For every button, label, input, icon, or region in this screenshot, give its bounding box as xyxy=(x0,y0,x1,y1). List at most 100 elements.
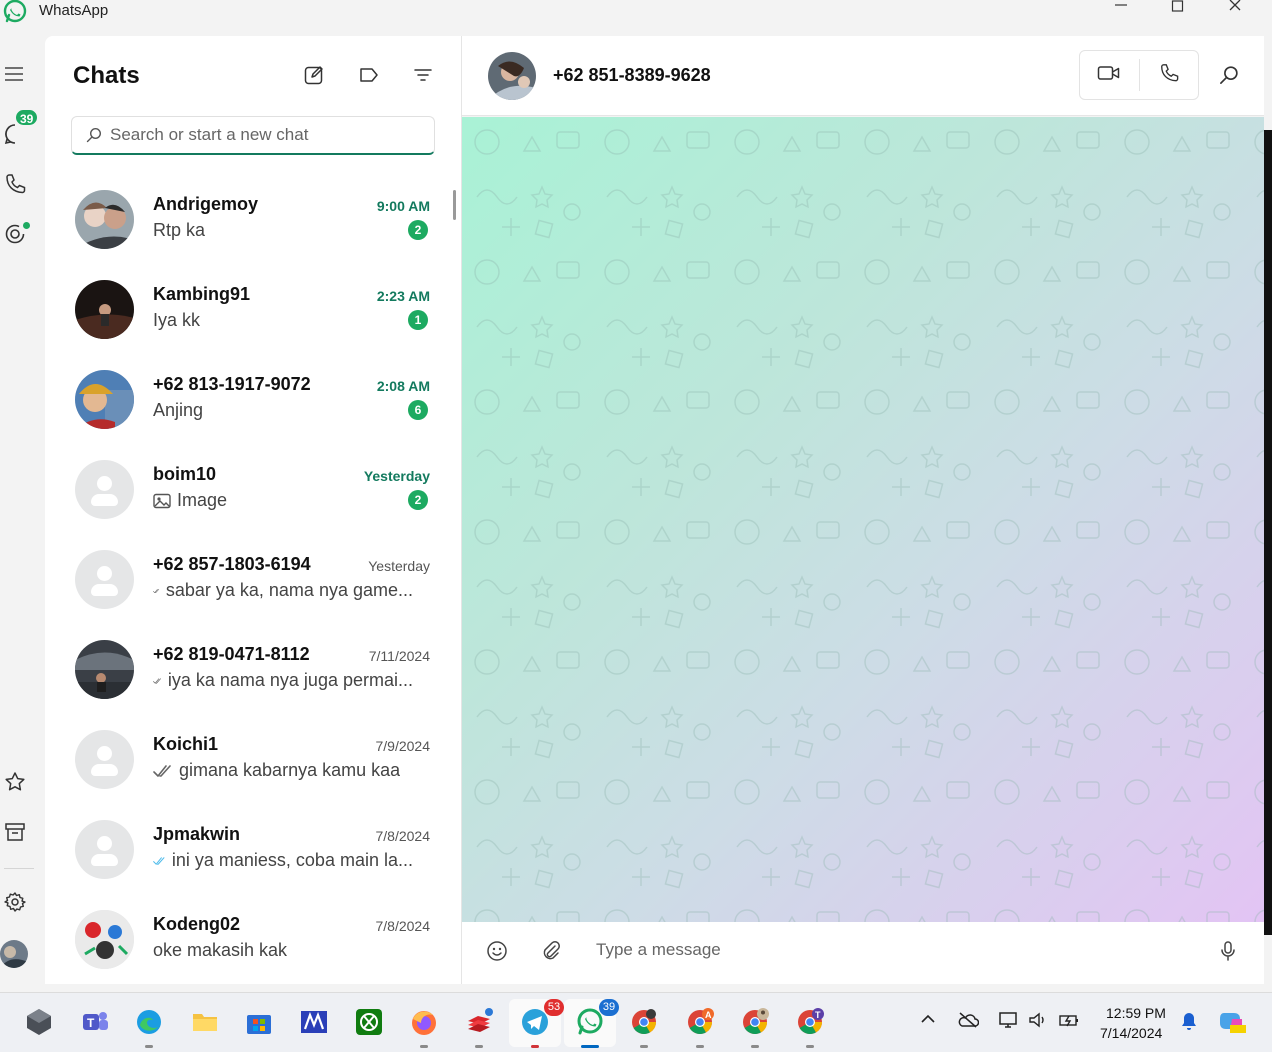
calls-nav-button[interactable] xyxy=(0,168,45,204)
rail-divider xyxy=(4,868,34,869)
archived-nav-button[interactable] xyxy=(0,816,45,852)
taskbar-chrome-1[interactable] xyxy=(627,1005,661,1039)
chat-preview: iya ka nama nya juga permai... xyxy=(153,670,413,691)
search-box[interactable] xyxy=(71,116,435,155)
chrome-3-running-indicator xyxy=(751,1045,759,1048)
attach-button[interactable] xyxy=(540,940,562,967)
chat-row[interactable]: Andrigemoy Rtp ka 9:00 AM 2 xyxy=(45,176,450,266)
stack-app-icon xyxy=(468,1008,493,1032)
taskbar-chrome-2[interactable]: A xyxy=(683,1005,717,1039)
emoji-button[interactable] xyxy=(486,940,508,967)
notifications-button[interactable] xyxy=(1179,1011,1199,1031)
chevron-up-icon xyxy=(921,1014,935,1023)
chat-row[interactable]: Kambing91 Iya kk 2:23 AM 1 xyxy=(45,266,450,356)
taskbar-teams[interactable]: T xyxy=(78,1005,112,1039)
chat-preview: sabar ya ka, nama nya game... xyxy=(153,580,413,601)
edge-browser-icon xyxy=(137,1010,161,1034)
chat-list: Andrigemoy Rtp ka 9:00 AM 2 Kambing91 Iya kk 2… xyxy=(45,176,450,984)
starred-nav-button[interactable] xyxy=(0,766,45,802)
search-input[interactable] xyxy=(110,125,410,145)
whatsapp-logo-icon xyxy=(2,0,28,26)
background-window-edge xyxy=(1264,130,1272,935)
taskbar-anydesk[interactable] xyxy=(462,1005,496,1039)
status-nav-button[interactable] xyxy=(0,218,45,254)
chat-preview-text: sabar ya ka, nama nya game... xyxy=(165,580,413,600)
taskbar-app-cube[interactable] xyxy=(22,1005,56,1039)
chats-nav-button[interactable]: 39 xyxy=(0,108,45,154)
search-messages-button[interactable] xyxy=(1214,62,1244,92)
taskbar-store[interactable] xyxy=(242,1005,276,1039)
filter-button[interactable] xyxy=(409,63,437,91)
profile-avatar[interactable] xyxy=(0,940,28,968)
svg-text:T: T xyxy=(87,1016,95,1030)
minimize-button[interactable] xyxy=(1101,0,1141,14)
chat-list-panel: Chats Andrigemoy Rtp ka 9:00 AM 2 Kambing91 I… xyxy=(45,36,462,984)
chat-name: Jpmakwin xyxy=(153,824,241,844)
chat-preview: Iya kk xyxy=(153,310,200,331)
chrome-icon xyxy=(632,1009,656,1035)
chat-avatar xyxy=(75,910,134,969)
taskbar-chrome-4[interactable]: T xyxy=(793,1005,827,1039)
video-call-button[interactable] xyxy=(1080,51,1139,99)
chat-row[interactable]: Kodeng02 oke makasih kak 7/8/2024 xyxy=(45,896,450,984)
copilot-icon xyxy=(1220,1013,1246,1033)
chat-row[interactable]: Jpmakwin ini ya maniess, coba main la... 7… xyxy=(45,806,450,896)
default-avatar-icon xyxy=(75,730,134,789)
chrome-2-running-indicator xyxy=(696,1045,704,1048)
volume-tray-icon[interactable] xyxy=(1028,1011,1048,1029)
onedrive-tray-icon[interactable] xyxy=(957,1011,979,1029)
taskbar-xbox[interactable] xyxy=(352,1005,386,1039)
taskbar-chrome-3[interactable] xyxy=(738,1005,772,1039)
voice-message-button[interactable] xyxy=(1218,940,1238,967)
chat-preview-text: Iya kk xyxy=(153,310,201,330)
title-bar: WhatsApp xyxy=(0,0,1272,36)
firefox-running-indicator xyxy=(420,1045,428,1048)
chrome-1-running-indicator xyxy=(640,1045,648,1048)
chat-row[interactable]: boim10 Image Yesterday 2 xyxy=(45,446,450,536)
battery-charging-icon xyxy=(1059,1015,1078,1027)
chat-name: boim10 xyxy=(153,464,217,484)
new-chat-button[interactable] xyxy=(300,63,328,91)
voice-call-button[interactable] xyxy=(1140,51,1199,99)
compose-icon xyxy=(303,64,325,91)
chat-preview: oke makasih kak xyxy=(153,940,287,961)
chat-row[interactable]: +62 813-1917-9072 Anjing 2:08 AM 6 xyxy=(45,356,450,446)
clock-time[interactable]: 12:59 PM xyxy=(1106,1005,1166,1021)
unread-count-badge: 2 xyxy=(408,490,428,510)
chat-name: Andrigemoy xyxy=(153,194,259,214)
clock-date[interactable]: 7/14/2024 xyxy=(1100,1025,1162,1041)
contact-name[interactable]: +62 851-8389-9628 xyxy=(553,65,711,86)
chat-row[interactable]: Koichi1 gimana kabarnya kamu kaa 7/9/2024 xyxy=(45,716,450,806)
taskbar-app-m[interactable] xyxy=(297,1005,331,1039)
chat-time: 7/9/2024 xyxy=(375,738,431,754)
taskbar-firefox[interactable] xyxy=(407,1005,441,1039)
double-tick-icon xyxy=(153,677,161,684)
network-tray-icon[interactable] xyxy=(998,1011,1020,1029)
xbox-icon xyxy=(356,1009,382,1035)
default-avatar-icon xyxy=(75,820,134,879)
taskbar-edge[interactable] xyxy=(132,1005,166,1039)
settings-nav-button[interactable] xyxy=(0,886,45,922)
taskbar-file-explorer[interactable] xyxy=(188,1005,222,1039)
windows-taskbar: T 53 39 A T 12:59 PM 7/14/2024 xyxy=(0,992,1272,1052)
bell-icon xyxy=(1182,1013,1196,1030)
chat-avatar xyxy=(75,640,134,699)
chat-preview: Rtp ka xyxy=(153,220,205,241)
taskbar-whatsapp[interactable]: 39 xyxy=(573,999,619,1039)
tray-overflow-button[interactable] xyxy=(920,1011,936,1027)
close-button[interactable] xyxy=(1215,0,1255,14)
chat-row[interactable]: +62 819-0471-8112 iya ka nama nya juga pe… xyxy=(45,626,450,716)
contact-avatar[interactable] xyxy=(488,52,536,100)
video-camera-icon xyxy=(1097,64,1121,87)
chat-row[interactable]: +62 857-1803-6194 sabar ya ka, nama nya g… xyxy=(45,536,450,626)
chrome-profile-t: T xyxy=(815,1010,821,1020)
copilot-button[interactable] xyxy=(1218,1007,1246,1035)
chat-list-scrollbar[interactable] xyxy=(453,190,456,220)
message-input[interactable] xyxy=(596,940,1156,960)
taskbar-telegram[interactable]: 53 xyxy=(518,999,564,1039)
menu-button[interactable] xyxy=(0,58,45,94)
labels-button[interactable] xyxy=(355,63,383,91)
maximize-button[interactable] xyxy=(1158,0,1198,14)
cube-app-icon xyxy=(27,1009,51,1035)
battery-tray-icon[interactable] xyxy=(1058,1011,1080,1029)
